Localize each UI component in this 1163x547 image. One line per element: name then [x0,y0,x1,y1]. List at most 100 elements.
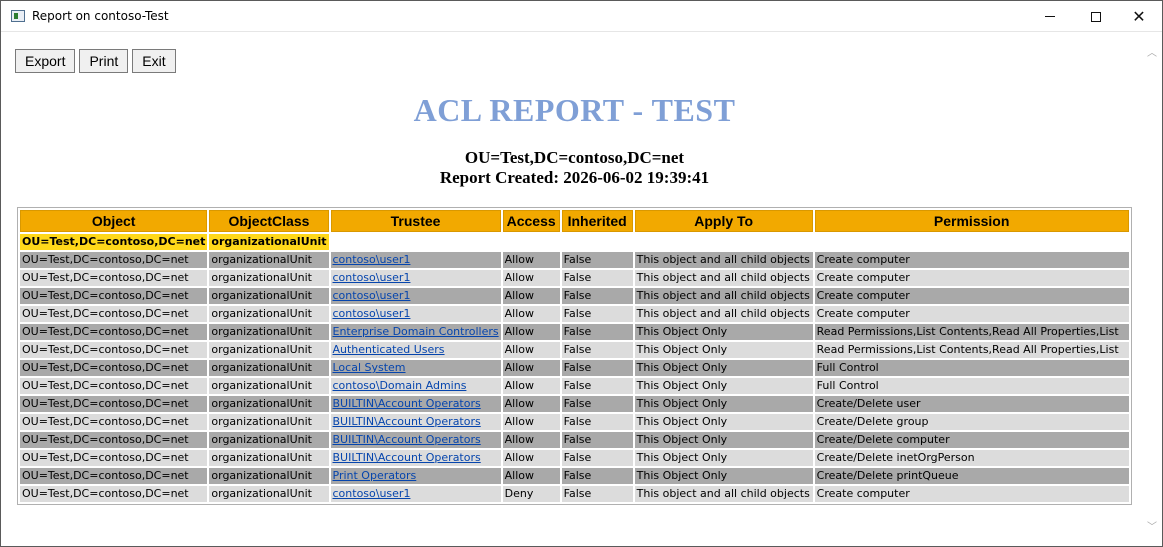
minimize-icon [1045,16,1055,17]
maximize-icon [1091,11,1101,22]
trustee-link[interactable]: Authenticated Users [333,343,445,356]
cell-trustee: contoso\user1 [330,252,501,268]
cell-objectclass: organizationalUnit [209,306,329,322]
cell-inherited: False [561,468,633,484]
scroll-up-icon[interactable]: ︿ [1146,48,1158,60]
cell-permission: Read Permissions,List Contents,Read All … [814,342,1129,358]
window-title: Report on contoso-Test [32,9,169,23]
cell-object: OU=Test,DC=contoso,DC=net [20,288,208,304]
cell-apply-to: This Object Only [634,396,813,412]
cell-permission: Create/Delete computer [814,432,1129,448]
cell-trustee: contoso\Domain Admins [330,378,501,394]
trustee-link[interactable]: contoso\user1 [333,487,411,500]
cell-object: OU=Test,DC=contoso,DC=net [20,378,208,394]
maximize-button[interactable] [1073,1,1119,32]
trustee-link[interactable]: Print Operators [333,469,417,482]
cell-apply-to: This object and all child objects [634,288,813,304]
trustee-link[interactable]: contoso\user1 [333,271,411,284]
cell-access: Allow [502,324,560,340]
trustee-link[interactable]: contoso\Domain Admins [333,379,467,392]
cell-object: OU=Test,DC=contoso,DC=net [20,252,208,268]
cell-permission: Create computer [814,306,1129,322]
column-header-inherited: Inherited [561,210,633,232]
cell-apply-to: This Object Only [634,468,813,484]
cell-permission: Create computer [814,288,1129,304]
cell-trustee: BUILTIN\Account Operators [330,450,501,466]
close-button[interactable]: ✕ [1116,1,1162,32]
cell-objectclass: organizationalUnit [209,288,329,304]
table-row: OU=Test,DC=contoso,DC=net organizationalU… [20,414,1129,430]
cell-object: OU=Test,DC=contoso,DC=net [20,270,208,286]
cell-trustee: BUILTIN\Account Operators [330,414,501,430]
table-row: OU=Test,DC=contoso,DC=net organizationalU… [20,450,1129,466]
report-title: ACL REPORT - TEST [413,92,736,128]
cell-trustee: contoso\user1 [330,270,501,286]
column-header-object: Object [20,210,208,232]
cell-permission: Read Permissions,List Contents,Read All … [814,324,1129,340]
cell-object: OU=Test,DC=contoso,DC=net [20,342,208,358]
cell-access: Allow [502,468,560,484]
cell-permission: Create computer [814,252,1129,268]
cell-access: Allow [502,270,560,286]
cell-access: Allow [502,432,560,448]
trustee-link[interactable]: Enterprise Domain Controllers [333,325,499,338]
cell-apply-to: This object and all child objects [634,306,813,322]
cell-inherited: False [561,450,633,466]
cell-permission: Create/Delete inetOrgPerson [814,450,1129,466]
cell-apply-to: This Object Only [634,378,813,394]
minimize-button[interactable] [1027,1,1073,32]
cell-object: OU=Test,DC=contoso,DC=net [20,450,208,466]
print-button[interactable]: Print [79,49,129,73]
cell-inherited: False [561,342,633,358]
toolbar: Export Print Exit [15,49,176,73]
cell-access: Allow [502,378,560,394]
export-button[interactable]: Export [15,49,76,73]
cell-inherited: False [561,252,633,268]
table-row: OU=Test,DC=contoso,DC=net organizationalU… [20,486,1129,502]
cell-access: Deny [502,486,560,502]
column-header-trustee: Trustee [330,210,501,232]
exit-button[interactable]: Exit [132,49,176,73]
cell-trustee: Local System [330,360,501,376]
trustee-link[interactable]: contoso\user1 [333,253,411,266]
cell-trustee: BUILTIN\Account Operators [330,432,501,448]
table-row: OU=Test,DC=contoso,DC=net organizationalU… [20,324,1129,340]
cell-permission: Create/Delete printQueue [814,468,1129,484]
cell-access: Allow [502,360,560,376]
object-header-object: OU=Test,DC=contoso,DC=net [20,234,208,250]
trustee-link[interactable]: BUILTIN\Account Operators [333,433,481,446]
title-bar[interactable]: Report on contoso-Test ✕ [1,1,1162,32]
cell-permission: Full Control [814,360,1129,376]
table-row: OU=Test,DC=contoso,DC=net organizationalU… [20,252,1129,268]
trustee-link[interactable]: BUILTIN\Account Operators [333,415,481,428]
scroll-down-icon[interactable]: ﹀ [1146,522,1158,534]
trustee-link[interactable]: contoso\user1 [333,307,411,320]
vertical-scrollbar[interactable]: ︿ ﹀ [1142,34,1162,546]
trustee-link[interactable]: BUILTIN\Account Operators [333,451,481,464]
cell-objectclass: organizationalUnit [209,432,329,448]
acl-table: Object ObjectClass Trustee Access Inheri… [17,207,1132,505]
cell-trustee: contoso\user1 [330,306,501,322]
table-row: OU=Test,DC=contoso,DC=net organizationalU… [20,468,1129,484]
cell-inherited: False [561,396,633,412]
cell-access: Allow [502,342,560,358]
cell-object: OU=Test,DC=contoso,DC=net [20,360,208,376]
cell-access: Allow [502,396,560,412]
trustee-link[interactable]: BUILTIN\Account Operators [333,397,481,410]
cell-inherited: False [561,360,633,376]
cell-objectclass: organizationalUnit [209,486,329,502]
cell-inherited: False [561,432,633,448]
table-row: OU=Test,DC=contoso,DC=net organizationalU… [20,432,1129,448]
column-header-access: Access [502,210,560,232]
cell-inherited: False [561,378,633,394]
cell-apply-to: This Object Only [634,360,813,376]
cell-apply-to: This Object Only [634,432,813,448]
cell-access: Allow [502,306,560,322]
cell-object: OU=Test,DC=contoso,DC=net [20,432,208,448]
column-header-objectclass: ObjectClass [209,210,329,232]
table-row: OU=Test,DC=contoso,DC=net organizationalU… [20,288,1129,304]
trustee-link[interactable]: Local System [333,361,406,374]
report-window: Report on contoso-Test ✕ Export Print Ex… [0,0,1163,547]
cell-object: OU=Test,DC=contoso,DC=net [20,396,208,412]
trustee-link[interactable]: contoso\user1 [333,289,411,302]
